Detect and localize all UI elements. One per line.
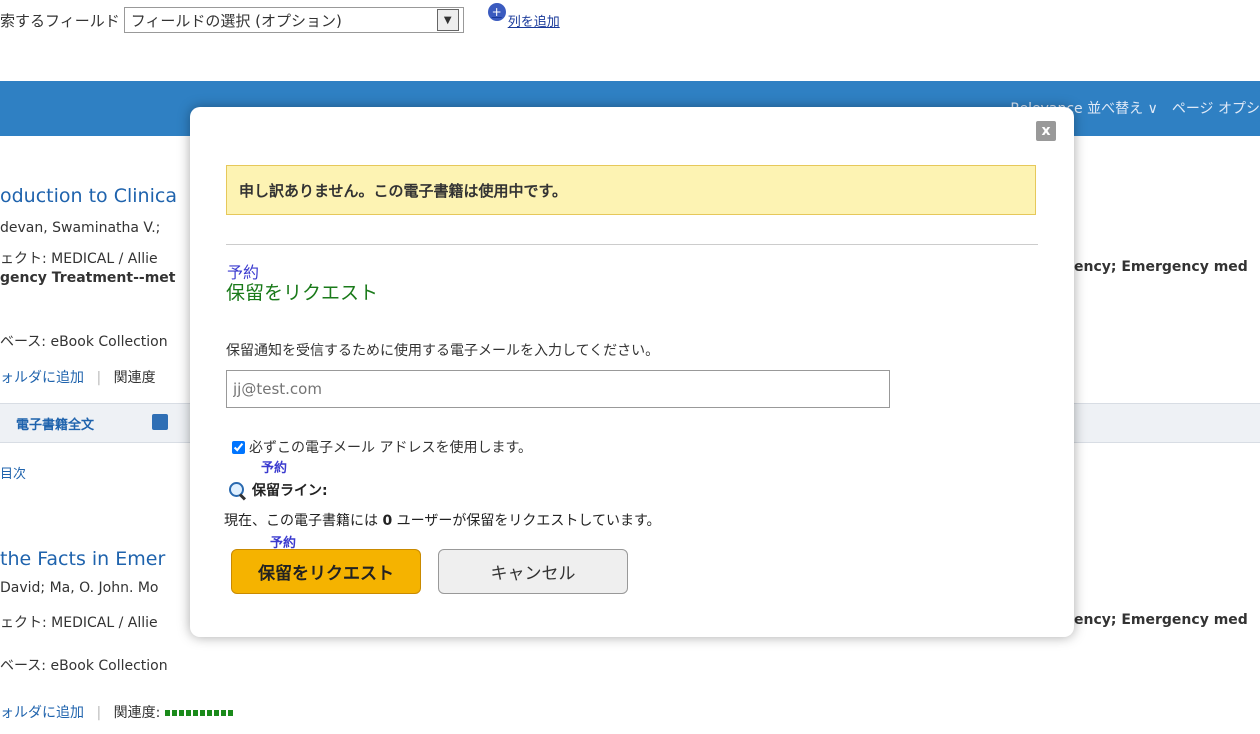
cancel-label: キャンセル [490,564,576,584]
in-use-alert: 申し訳ありません。この電子書籍は使用中です。 [226,165,1036,215]
dialog-title: 保留をリクエスト [226,282,379,304]
email-field[interactable] [226,370,890,408]
hold-queue-info: 現在、この電子書籍には 0 ユーザーが保留をリクエストしています。 [224,510,661,530]
email-instruction: 保留通知を受信するために使用する電子メールを入力してください。 [226,343,660,359]
always-use-email-checkbox[interactable] [232,440,245,454]
queue-info-suffix: ユーザーが保留をリクエストしています。 [396,513,661,529]
alert-message: 申し訳ありません。この電子書籍は使用中です。 [239,181,568,200]
queue-count: 0 [382,513,393,529]
magnifier-icon [228,481,247,501]
cancel-button[interactable]: キャンセル [438,549,628,594]
divider [226,244,1038,245]
request-hold-button[interactable]: 保留をリクエスト [231,549,421,594]
queue-small-label: 予約 [261,461,288,476]
hold-request-dialog: x 申し訳ありません。この電子書籍は使用中です。 予約 保留をリクエスト 保留通… [190,107,1074,637]
always-use-email-label: 必ずこの電子メール アドレスを使用します。 [249,440,533,456]
queue-info-prefix: 現在、この電子書籍には [224,513,378,529]
hold-queue-heading: 保留ライン: [228,480,328,501]
close-icon[interactable]: x [1036,121,1056,141]
request-hold-label: 保留をリクエスト [258,564,394,584]
hold-queue-label: 保留ライン: [252,483,328,499]
always-use-email-checkbox-row[interactable]: 必ずこの電子メール アドレスを使用します。 [232,437,532,457]
